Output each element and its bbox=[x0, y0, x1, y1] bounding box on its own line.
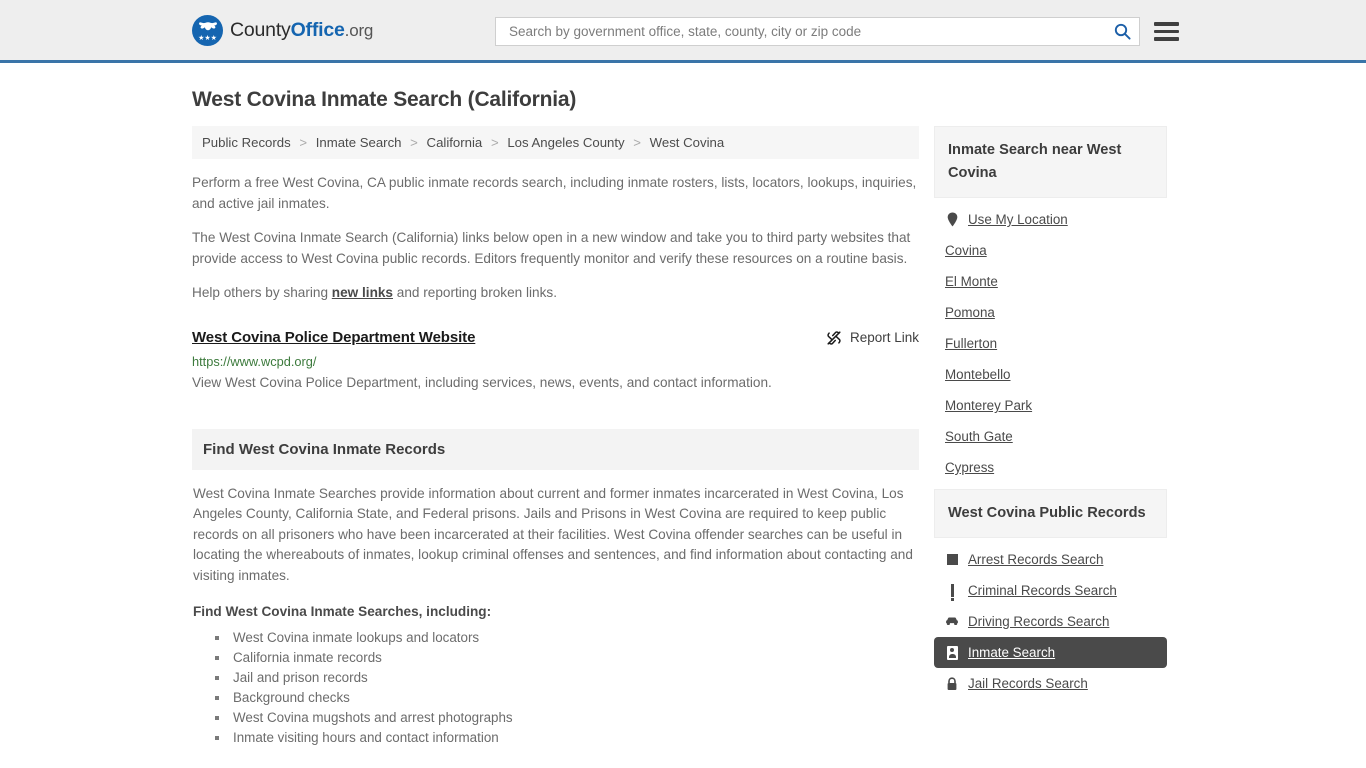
sidebar-item-fullerton[interactable]: Fullerton bbox=[934, 328, 1167, 359]
map-pin-icon bbox=[945, 212, 959, 227]
share-text-after: and reporting broken links. bbox=[393, 285, 557, 300]
nearby-city-label: Montebello bbox=[945, 367, 1011, 382]
logo-part-county: County bbox=[230, 18, 291, 41]
eagle-glyph bbox=[198, 21, 217, 30]
sidebar-item-cypress[interactable]: Cypress bbox=[934, 452, 1167, 483]
site-logo[interactable]: ★★★ CountyOffice.org bbox=[192, 14, 373, 46]
breadcrumb-separator: > bbox=[490, 135, 499, 150]
public-records-panel-heading: West Covina Public Records bbox=[934, 489, 1167, 538]
sidebar-item-monterey-park[interactable]: Monterey Park bbox=[934, 390, 1167, 421]
section-paragraph: West Covina Inmate Searches provide info… bbox=[193, 485, 913, 583]
nearby-city-label: Cypress bbox=[945, 460, 995, 475]
header-search-area bbox=[495, 17, 1179, 46]
list-item: West Covina mugshots and arrest photogra… bbox=[215, 708, 918, 728]
find-records-section: Find West Covina Inmate Records West Cov… bbox=[192, 428, 919, 749]
nearby-city-label: Fullerton bbox=[945, 336, 998, 351]
hamburger-menu-icon[interactable] bbox=[1154, 22, 1179, 41]
eagle-seal-icon: ★★★ bbox=[192, 14, 223, 46]
report-link-label: Report Link bbox=[849, 330, 919, 345]
section-sub-heading: Find West Covina Inmate Searches, includ… bbox=[193, 604, 492, 619]
car-icon bbox=[945, 616, 959, 627]
public-record-label: Driving Records Search bbox=[968, 614, 1110, 629]
search-input[interactable] bbox=[507, 23, 1114, 40]
logo-wordmark: CountyOffice.org bbox=[230, 19, 373, 42]
breadcrumb-separator: > bbox=[299, 135, 308, 150]
intro-paragraph-3: Help others by sharing new links and rep… bbox=[192, 283, 919, 304]
list-item: Inmate visiting hours and contact inform… bbox=[215, 728, 918, 748]
main-column: Public Records > Inmate Search > Califor… bbox=[192, 126, 919, 748]
breadcrumb-item-california[interactable]: California bbox=[427, 135, 483, 150]
public-record-label: Arrest Records Search bbox=[968, 552, 1104, 567]
exclamation-icon bbox=[945, 584, 959, 601]
sidebar-item-covina[interactable]: Covina bbox=[934, 235, 1167, 266]
list-item: Jail and prison records bbox=[215, 668, 918, 688]
logo-part-org: .org bbox=[344, 20, 374, 40]
breadcrumb-separator: > bbox=[410, 135, 418, 150]
resource-link-row: West Covina Police Department Website Re… bbox=[192, 329, 919, 346]
public-records-list: Arrest Records Search Criminal Records S… bbox=[934, 538, 1167, 699]
breadcrumb-item-west-covina[interactable]: West Covina bbox=[650, 135, 725, 150]
list-item: California inmate records bbox=[215, 648, 918, 668]
page-container: West Covina Inmate Search (California) P… bbox=[0, 88, 1366, 748]
resource-link-entry: West Covina Police Department Website Re… bbox=[192, 329, 919, 393]
resource-link-description: View West Covina Police Department, incl… bbox=[192, 374, 772, 390]
list-item: West Covina inmate lookups and locators bbox=[215, 628, 918, 648]
id-badge-icon bbox=[945, 645, 959, 660]
breadcrumb: Public Records > Inmate Search > Califor… bbox=[192, 126, 919, 159]
search-box[interactable] bbox=[495, 17, 1140, 46]
sidebar-item-jail-records-search[interactable]: Jail Records Search bbox=[934, 668, 1167, 699]
list-item: Background checks bbox=[215, 688, 918, 708]
sidebar: Inmate Search near West Covina Use My Lo… bbox=[934, 126, 1167, 705]
stars-glyph: ★★★ bbox=[198, 34, 217, 42]
use-my-location-item[interactable]: Use My Location bbox=[934, 204, 1167, 235]
search-icon[interactable] bbox=[1114, 23, 1131, 40]
sidebar-item-criminal-records-search[interactable]: Criminal Records Search bbox=[934, 575, 1167, 606]
breadcrumb-item-public-records[interactable]: Public Records bbox=[202, 135, 291, 150]
inmate-search-types-list: West Covina inmate lookups and locators … bbox=[193, 628, 918, 748]
nearby-city-label: South Gate bbox=[945, 429, 1013, 444]
content-columns: Public Records > Inmate Search > Califor… bbox=[192, 126, 1174, 748]
use-my-location-label: Use My Location bbox=[968, 212, 1068, 227]
intro-paragraph-2: The West Covina Inmate Search (Californi… bbox=[192, 230, 911, 266]
new-links-link[interactable]: new links bbox=[332, 285, 393, 300]
section-body: West Covina Inmate Searches provide info… bbox=[192, 484, 919, 749]
public-record-label: Jail Records Search bbox=[968, 676, 1088, 691]
sidebar-item-el-monte[interactable]: El Monte bbox=[934, 266, 1167, 297]
sidebar-item-arrest-records-search[interactable]: Arrest Records Search bbox=[934, 544, 1167, 575]
nearby-inmate-search-panel: Inmate Search near West Covina Use My Lo… bbox=[934, 126, 1167, 483]
broken-link-icon bbox=[827, 330, 841, 345]
public-records-panel: West Covina Public Records Arrest Record… bbox=[934, 489, 1167, 699]
share-text-before: Help others by sharing bbox=[192, 285, 332, 300]
nearby-city-label: Monterey Park bbox=[945, 398, 1033, 413]
fingerprint-card-icon bbox=[945, 554, 959, 565]
section-heading: Find West Covina Inmate Records bbox=[192, 428, 919, 470]
nearby-city-label: Covina bbox=[945, 243, 987, 258]
resource-link-url: https://www.wcpd.org/ bbox=[192, 353, 317, 369]
nearby-panel-heading: Inmate Search near West Covina bbox=[934, 126, 1167, 198]
site-header: ★★★ CountyOffice.org bbox=[0, 0, 1366, 63]
intro-paragraph-1: Perform a free West Covina, CA public in… bbox=[192, 175, 917, 211]
nearby-panel-list: Use My Location Covina El Monte Pomona F… bbox=[934, 198, 1167, 483]
public-record-label: Inmate Search bbox=[968, 645, 1056, 660]
nearby-city-label: Pomona bbox=[945, 305, 995, 320]
report-link-button[interactable]: Report Link bbox=[826, 329, 919, 346]
sidebar-item-south-gate[interactable]: South Gate bbox=[934, 421, 1167, 452]
resource-link-title[interactable]: West Covina Police Department Website bbox=[192, 329, 475, 346]
sidebar-item-pomona[interactable]: Pomona bbox=[934, 297, 1167, 328]
breadcrumb-item-inmate-search[interactable]: Inmate Search bbox=[316, 135, 402, 150]
page-title: West Covina Inmate Search (California) bbox=[192, 88, 577, 111]
breadcrumb-item-los-angeles-county[interactable]: Los Angeles County bbox=[507, 135, 624, 150]
logo-part-office: Office bbox=[290, 18, 345, 41]
nearby-city-label: El Monte bbox=[945, 274, 998, 289]
breadcrumb-separator: > bbox=[633, 135, 641, 150]
sidebar-item-driving-records-search[interactable]: Driving Records Search bbox=[934, 606, 1167, 637]
public-record-label: Criminal Records Search bbox=[968, 583, 1117, 598]
sidebar-item-montebello[interactable]: Montebello bbox=[934, 359, 1167, 390]
lock-icon bbox=[945, 676, 959, 691]
sidebar-item-inmate-search[interactable]: Inmate Search bbox=[934, 637, 1167, 668]
